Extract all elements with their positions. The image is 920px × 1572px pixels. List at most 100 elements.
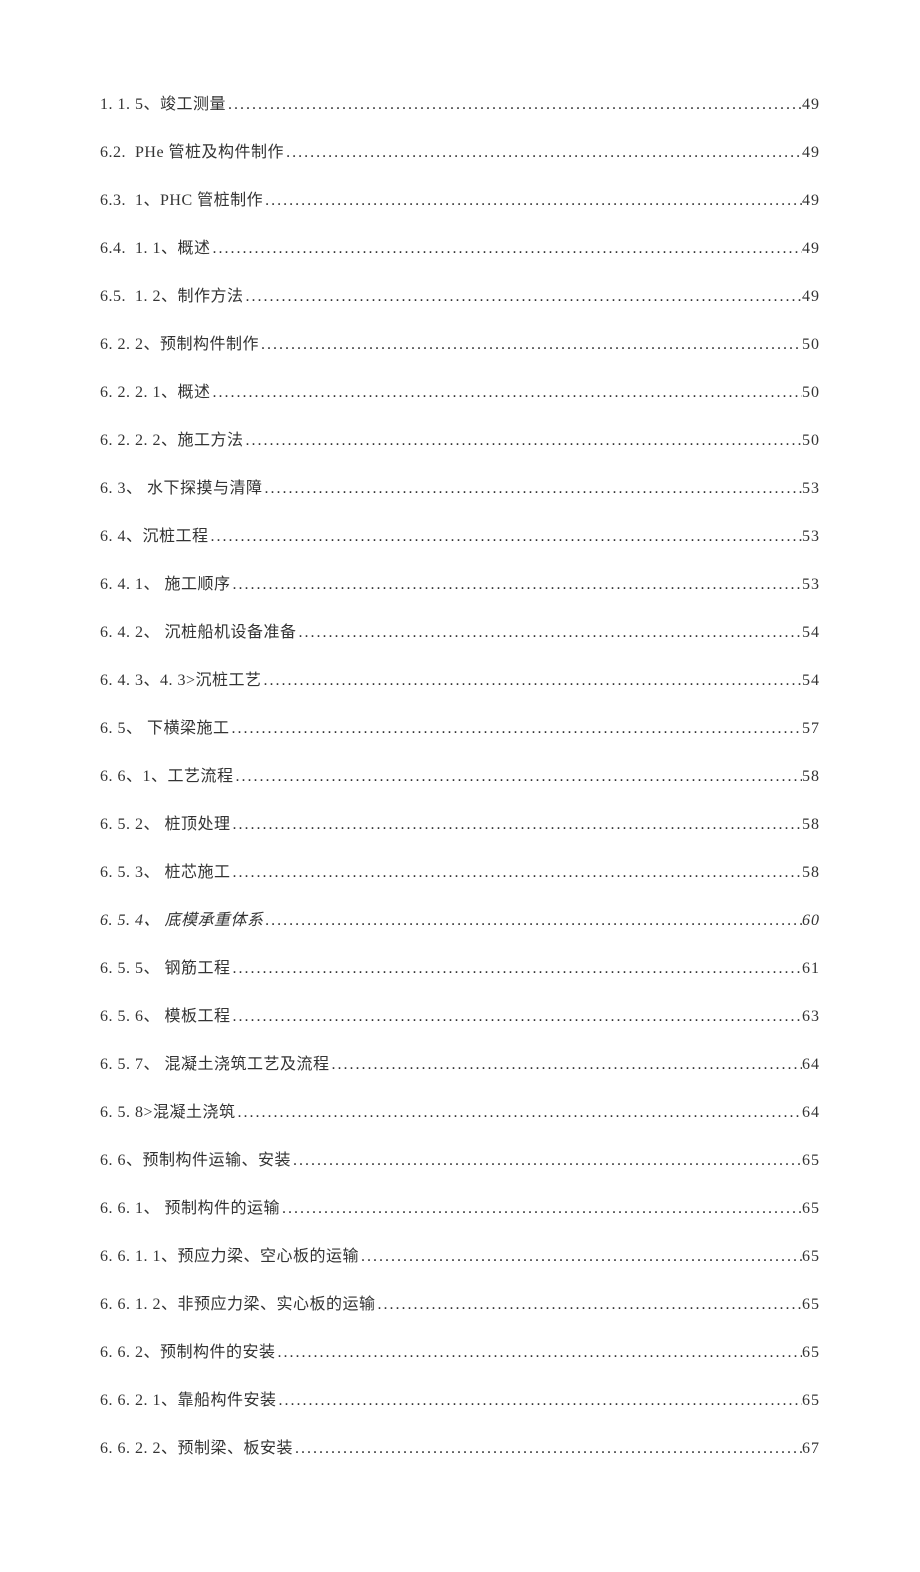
toc-leader-dots bbox=[277, 1392, 802, 1410]
toc-row: 6. 6. 1. 1、预应力梁、空心板的运输 65 bbox=[100, 1242, 820, 1266]
toc-leader-dots bbox=[263, 192, 802, 210]
toc-entry-label: 6. 5. 7、 混凝土浇筑工艺及流程 bbox=[100, 1050, 330, 1074]
toc-entry-page: 54 bbox=[802, 672, 820, 690]
toc-entry-page: 58 bbox=[802, 816, 820, 834]
toc-entry-label: 6. 4. 2、 沉桩船机设备准备 bbox=[100, 618, 297, 642]
toc-leader-dots bbox=[262, 672, 802, 690]
toc-row: 6.3. 1、PHC 管桩制作 49 bbox=[100, 186, 820, 210]
toc-entry-page: 64 bbox=[802, 1104, 820, 1122]
toc-entry-label: 6. 5. 4、 底模承重体系 bbox=[100, 906, 264, 930]
toc-entry-page: 65 bbox=[802, 1392, 820, 1410]
toc-entry-page: 65 bbox=[802, 1200, 820, 1218]
toc-leader-dots bbox=[236, 1104, 802, 1122]
toc-entry-label: 6. 6. 1. 2、非预应力梁、实心板的运输 bbox=[100, 1290, 376, 1314]
toc-entry-page: 50 bbox=[802, 384, 820, 402]
toc-leader-dots bbox=[231, 960, 802, 978]
toc-entry-page: 61 bbox=[802, 960, 820, 978]
toc-entry-label: 6. 4、沉桩工程 bbox=[100, 522, 209, 546]
toc-entry-label: 6. 5、 下横梁施工 bbox=[100, 714, 230, 738]
toc-row: 6. 2. 2. 1、概述 50 bbox=[100, 378, 820, 402]
toc-leader-dots bbox=[231, 816, 802, 834]
toc-leader-dots bbox=[209, 528, 802, 546]
toc-leader-dots bbox=[293, 1440, 802, 1458]
toc-entry-page: 60 bbox=[802, 912, 820, 930]
toc-entry-page: 65 bbox=[802, 1248, 820, 1266]
document-page: 1. 1. 5、竣工测量496.2. PHe 管桩及构件制作 496.3. 1、… bbox=[0, 0, 920, 1572]
toc-entry-page: 50 bbox=[802, 336, 820, 354]
toc-leader-dots bbox=[230, 720, 802, 738]
toc-leader-dots bbox=[231, 576, 802, 594]
toc-leader-dots bbox=[291, 1152, 802, 1170]
toc-leader-dots bbox=[276, 1344, 802, 1362]
toc-entry-label: 1. 1. 5、竣工测量 bbox=[100, 90, 226, 114]
toc-leader-dots bbox=[359, 1248, 802, 1266]
toc-entry-label: 6.3. 1、PHC 管桩制作 bbox=[100, 186, 263, 210]
toc-row: 6. 3、 水下探摸与清障53 bbox=[100, 474, 820, 498]
toc-leader-dots bbox=[234, 768, 802, 786]
toc-entry-page: 49 bbox=[802, 192, 820, 210]
toc-leader-dots bbox=[264, 912, 802, 930]
toc-entry-label: 6. 2. 2. 1、概述 bbox=[100, 378, 211, 402]
toc-entry-page: 67 bbox=[802, 1440, 820, 1458]
toc-leader-dots bbox=[280, 1200, 802, 1218]
toc-row: 6.5. 1. 2、制作方法 49 bbox=[100, 282, 820, 306]
toc-row: 6. 6、1、工艺流程 58 bbox=[100, 762, 820, 786]
toc-entry-label: 6. 6. 2. 2、预制梁、板安装 bbox=[100, 1434, 293, 1458]
toc-row: 1. 1. 5、竣工测量 49 bbox=[100, 90, 820, 114]
toc-leader-dots bbox=[297, 624, 802, 642]
toc-leader-dots bbox=[231, 864, 802, 882]
toc-entry-page: 53 bbox=[802, 576, 820, 594]
toc-entry-label: 6. 5. 3、 桩芯施工 bbox=[100, 858, 231, 882]
toc-entry-label: 6. 5. 8>混凝土浇筑 bbox=[100, 1098, 236, 1122]
toc-row: 6. 6. 2、预制构件的安装 65 bbox=[100, 1338, 820, 1362]
toc-entry-page: 64 bbox=[802, 1056, 820, 1074]
toc-row: 6. 5. 5、 钢筋工程 61 bbox=[100, 954, 820, 978]
toc-entry-page: 54 bbox=[802, 624, 820, 642]
toc-entry-label: 6. 4. 3、4. 3>沉桩工艺 bbox=[100, 666, 262, 690]
toc-entry-label: 6. 2. 2、预制构件制作 bbox=[100, 330, 259, 354]
toc-entry-page: 49 bbox=[802, 144, 820, 162]
toc-leader-dots bbox=[376, 1296, 802, 1314]
toc-row: 6. 6. 1、 预制构件的运输 65 bbox=[100, 1194, 820, 1218]
toc-entry-page: 53 bbox=[802, 528, 820, 546]
toc-row: 6. 5. 8>混凝土浇筑 64 bbox=[100, 1098, 820, 1122]
toc-entry-label: 6. 5. 6、 模板工程 bbox=[100, 1002, 231, 1026]
toc-leader-dots bbox=[284, 144, 802, 162]
toc-entry-label: 6. 6. 1、 预制构件的运输 bbox=[100, 1194, 280, 1218]
toc-row: 6. 6. 2. 1、靠船构件安装 65 bbox=[100, 1386, 820, 1410]
toc-leader-dots bbox=[244, 288, 802, 306]
toc-leader-dots bbox=[259, 336, 802, 354]
toc-entry-page: 49 bbox=[802, 288, 820, 306]
toc-row: 6. 5. 2、 桩顶处理 58 bbox=[100, 810, 820, 834]
toc-entry-label: 6.4. 1. 1、概述 bbox=[100, 234, 211, 258]
toc-row: 6. 5. 3、 桩芯施工 58 bbox=[100, 858, 820, 882]
toc-row: 6. 5. 7、 混凝土浇筑工艺及流程 64 bbox=[100, 1050, 820, 1074]
toc-leader-dots bbox=[226, 96, 802, 114]
toc-entry-page: 58 bbox=[802, 864, 820, 882]
toc-row: 6. 4、沉桩工程 53 bbox=[100, 522, 820, 546]
toc-row: 6. 4. 1、 施工顺序 53 bbox=[100, 570, 820, 594]
toc-entry-page: 50 bbox=[802, 432, 820, 450]
toc-row: 6. 6、预制构件运输、安装65 bbox=[100, 1146, 820, 1170]
toc-row: 6.4. 1. 1、概述 49 bbox=[100, 234, 820, 258]
toc-row: 6. 4. 3、4. 3>沉桩工艺 54 bbox=[100, 666, 820, 690]
toc-leader-dots bbox=[263, 480, 802, 498]
toc-leader-dots bbox=[211, 384, 802, 402]
toc-row: 6. 4. 2、 沉桩船机设备准备 54 bbox=[100, 618, 820, 642]
toc-entry-page: 58 bbox=[802, 768, 820, 786]
toc-entry-label: 6. 5. 2、 桩顶处理 bbox=[100, 810, 231, 834]
toc-entry-label: 6. 6. 2、预制构件的安装 bbox=[100, 1338, 276, 1362]
toc-row: 6. 2. 2. 2、施工方法 50 bbox=[100, 426, 820, 450]
toc-entry-page: 65 bbox=[802, 1296, 820, 1314]
toc-entry-page: 65 bbox=[802, 1152, 820, 1170]
table-of-contents: 1. 1. 5、竣工测量496.2. PHe 管桩及构件制作 496.3. 1、… bbox=[100, 90, 820, 1458]
toc-entry-page: 49 bbox=[802, 96, 820, 114]
toc-entry-page: 65 bbox=[802, 1344, 820, 1362]
toc-entry-label: 6. 6、1、工艺流程 bbox=[100, 762, 234, 786]
toc-entry-page: 63 bbox=[802, 1008, 820, 1026]
toc-entry-label: 6.2. PHe 管桩及构件制作 bbox=[100, 138, 284, 162]
toc-row: 6. 5、 下横梁施工57 bbox=[100, 714, 820, 738]
toc-entry-label: 6. 6. 2. 1、靠船构件安装 bbox=[100, 1386, 277, 1410]
toc-row: 6.2. PHe 管桩及构件制作 49 bbox=[100, 138, 820, 162]
toc-entry-label: 6. 6. 1. 1、预应力梁、空心板的运输 bbox=[100, 1242, 359, 1266]
